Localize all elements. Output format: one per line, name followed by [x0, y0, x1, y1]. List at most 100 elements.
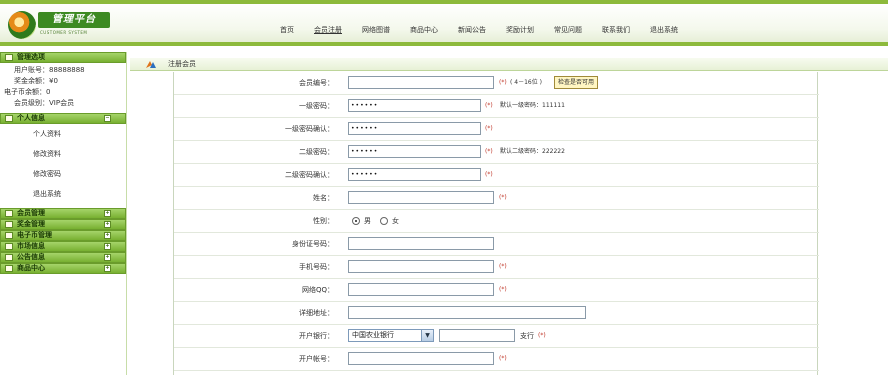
branch-suffix: 支行 — [520, 332, 534, 340]
expand-toggle-icon[interactable]: + — [104, 221, 111, 228]
pwd2-confirm-input[interactable] — [348, 168, 481, 181]
qq-input[interactable] — [348, 283, 494, 296]
form-row-bank: 开户银行： 中国农业银行 ▼ 支行 (*) — [174, 325, 819, 348]
bank-account-input[interactable] — [348, 352, 494, 365]
qq-label: 网络QQ： — [301, 286, 334, 294]
sidebar-item-logout[interactable]: 退出系统 — [0, 184, 126, 204]
sidebar-item-profile[interactable]: 个人资料 — [0, 124, 126, 144]
required-mark: (*) — [499, 194, 507, 201]
sidebar-head-label: 市场信息 — [17, 242, 45, 250]
sidebar-head-products[interactable]: 商品中心 + — [0, 263, 126, 274]
nav-register[interactable]: 会员注册 — [304, 18, 352, 42]
expand-toggle-icon[interactable]: + — [104, 265, 111, 272]
folder-icon — [5, 115, 13, 122]
nav-network-map[interactable]: 网络图谱 — [352, 18, 400, 42]
chevron-down-icon[interactable]: ▼ — [421, 330, 433, 341]
sidebar-head-label: 管理选项 — [17, 53, 45, 61]
pwd1-confirm-label: 一级密码确认： — [285, 125, 334, 133]
folder-icon — [5, 221, 13, 228]
sidebar-head-label: 会员管理 — [17, 209, 45, 217]
bonus-balance: 奖金余额：¥0 — [14, 77, 58, 85]
address-label: 详细地址： — [299, 309, 334, 317]
expand-toggle-icon[interactable]: + — [104, 243, 111, 250]
bank-selected-value: 中国农业银行 — [352, 331, 394, 339]
gender-male-label: 男 — [364, 217, 371, 225]
nav-rewards[interactable]: 奖励计划 — [496, 18, 544, 42]
form-row-pwd2-confirm: 二级密码确认： (*) — [174, 164, 819, 187]
logo-name: 管理平台 — [38, 12, 110, 28]
gender-female-label: 女 — [392, 217, 399, 225]
form-row-pwd1-confirm: 一级密码确认： (*) — [174, 118, 819, 141]
top-header: 管理平台 CUSTOMER SYSTEM 首页 会员注册 网络图谱 商品中心 新… — [0, 0, 888, 46]
nav-contact[interactable]: 联系我们 — [592, 18, 640, 42]
logo-emblem-icon — [8, 11, 36, 39]
account-info: 用户账号：88888888 奖金余额：¥0 电子币余额：0 会员级别：VIP会员 — [0, 63, 126, 113]
account-number: 用户账号：88888888 — [14, 66, 85, 74]
name-input[interactable] — [348, 191, 494, 204]
required-mark: (*) — [538, 332, 546, 339]
folder-icon — [5, 210, 13, 217]
id-card-input[interactable] — [348, 237, 494, 250]
register-icon — [146, 61, 156, 68]
mobile-label: 手机号码： — [299, 263, 334, 271]
expand-toggle-icon[interactable]: + — [104, 254, 111, 261]
sidebar-head-personal[interactable]: 个人信息 − — [0, 113, 126, 124]
form-row-pwd2: 二级密码： (*) 默认二级密码：222222 — [174, 141, 819, 164]
sidebar-head-member-mgmt[interactable]: 会员管理 + — [0, 208, 126, 219]
required-mark: (*) — [499, 355, 507, 362]
bank-account-label: 开户帐号： — [299, 355, 334, 363]
sidebar-head-label: 公告信息 — [17, 253, 45, 261]
logo-subtitle: CUSTOMER SYSTEM — [40, 30, 88, 35]
pwd1-input[interactable] — [348, 99, 481, 112]
nav-product-center[interactable]: 商品中心 — [400, 18, 448, 42]
gender-label: 性别： — [313, 217, 334, 225]
nav-logout[interactable]: 退出系统 — [640, 18, 688, 42]
sidebar-head-manage[interactable]: 管理选项 — [0, 52, 126, 63]
folder-icon — [5, 265, 13, 272]
form-row-mobile: 手机号码： (*) — [174, 256, 819, 279]
sidebar-head-bonus-mgmt[interactable]: 奖金管理 + — [0, 219, 126, 230]
gender-female-radio[interactable] — [380, 217, 388, 225]
required-mark: (*) — [485, 125, 493, 132]
sidebar-head-notices[interactable]: 公告信息 + — [0, 252, 126, 263]
bank-label: 开户银行： — [299, 332, 334, 340]
sidebar-head-ecoin-mgmt[interactable]: 电子币管理 + — [0, 230, 126, 241]
sidebar-head-label: 个人信息 — [17, 114, 45, 122]
sidebar-item-edit-profile[interactable]: 修改资料 — [0, 144, 126, 164]
check-availability-button[interactable]: 检查是否可用 — [554, 76, 599, 89]
ecoin-balance: 电子币余额：0 — [4, 88, 51, 96]
form-row-pwd1: 一级密码： (*) 默认一级密码：111111 — [174, 95, 819, 118]
folder-icon — [5, 254, 13, 261]
content-header: 注册会员 — [130, 58, 888, 71]
pwd1-confirm-input[interactable] — [348, 122, 481, 135]
folder-icon — [5, 243, 13, 250]
page-title: 注册会员 — [168, 60, 196, 68]
sidebar-item-change-password[interactable]: 修改密码 — [0, 164, 126, 184]
member-id-input[interactable] — [348, 76, 494, 89]
bank-select[interactable]: 中国农业银行 ▼ — [348, 329, 434, 342]
expand-toggle-icon[interactable]: + — [104, 210, 111, 217]
bank-branch-input[interactable] — [439, 329, 515, 342]
main-content: 注册会员 会员编号： (*) ( 4－16位 ) 检查是否可用 一级密码： (*… — [130, 52, 888, 375]
collapse-toggle-icon[interactable]: − — [104, 115, 111, 122]
nav-home[interactable]: 首页 — [270, 18, 304, 42]
mobile-input[interactable] — [348, 260, 494, 273]
gender-male-radio[interactable] — [352, 217, 360, 225]
nav-news[interactable]: 新闻公告 — [448, 18, 496, 42]
form-row-id-card: 身份证号码： — [174, 233, 819, 256]
folder-icon — [5, 54, 13, 61]
id-card-label: 身份证号码： — [292, 240, 334, 248]
pwd2-default-hint: 默认二级密码：222222 — [500, 148, 565, 155]
nav-faq[interactable]: 常见问题 — [544, 18, 592, 42]
required-mark: (*) — [499, 263, 507, 270]
required-mark: (*) — [485, 102, 493, 109]
sidebar-head-label: 奖金管理 — [17, 220, 45, 228]
pwd1-label: 一级密码： — [299, 102, 334, 110]
sidebar-head-label: 电子币管理 — [17, 231, 52, 239]
required-mark: (*) — [499, 79, 507, 86]
address-input[interactable] — [348, 306, 586, 319]
pwd2-input[interactable] — [348, 145, 481, 158]
name-label: 姓名： — [313, 194, 334, 202]
expand-toggle-icon[interactable]: + — [104, 232, 111, 239]
sidebar-head-market[interactable]: 市场信息 + — [0, 241, 126, 252]
